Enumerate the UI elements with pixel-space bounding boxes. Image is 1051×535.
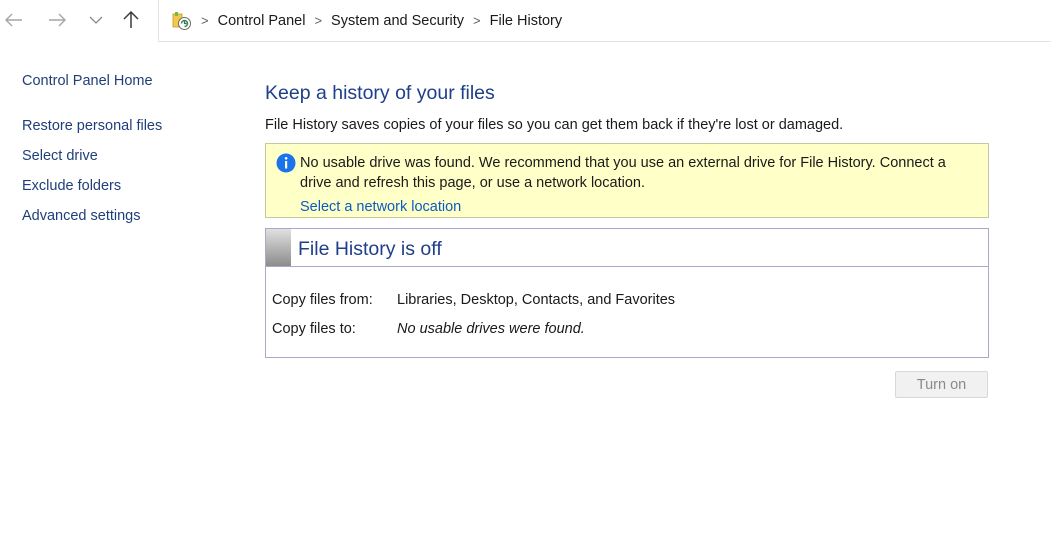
turn-on-button[interactable]: Turn on — [895, 371, 988, 398]
breadcrumb-file-history[interactable]: File History — [490, 13, 563, 29]
breadcrumb-separator[interactable]: > — [473, 13, 481, 28]
status-panel: File History is off Copy files from: Libr… — [265, 228, 989, 358]
page-description: File History saves copies of your files … — [265, 117, 844, 133]
restore-personal-files-link[interactable]: Restore personal files — [22, 116, 222, 136]
arrow-right-icon — [49, 13, 66, 27]
navigation-bar: > Control Panel > System and Security > … — [0, 0, 1051, 42]
copy-from-value: Libraries, Desktop, Contacts, and Favori… — [397, 292, 676, 308]
select-drive-link[interactable]: Select drive — [22, 146, 222, 166]
copy-to-row: Copy files to: No usable drives were foun… — [272, 319, 585, 339]
breadcrumb-separator: > — [201, 13, 209, 28]
copy-from-row: Copy files from: Libraries, Desktop, Cont… — [272, 290, 675, 310]
arrow-left-icon — [5, 13, 22, 27]
sidebar: Control Panel Home Restore personal file… — [22, 71, 222, 236]
breadcrumb-control-panel[interactable]: Control Panel — [218, 13, 306, 29]
copy-from-label: Copy files from: — [272, 292, 373, 308]
advanced-settings-link[interactable]: Advanced settings — [22, 206, 222, 226]
arrow-up-icon — [123, 11, 139, 28]
breadcrumb-separator[interactable]: > — [314, 13, 322, 28]
forward-button[interactable] — [44, 7, 70, 33]
up-button[interactable] — [118, 7, 144, 33]
back-button[interactable] — [1, 7, 27, 33]
recent-locations-button[interactable] — [83, 7, 109, 33]
info-icon — [276, 153, 296, 173]
control-panel-icon — [172, 11, 192, 31]
control-panel-home-link[interactable]: Control Panel Home — [22, 71, 222, 91]
exclude-folders-link[interactable]: Exclude folders — [22, 176, 222, 196]
breadcrumb-system-and-security[interactable]: System and Security — [331, 13, 464, 29]
status-header: File History is off — [266, 229, 988, 267]
page-title: Keep a history of your files — [265, 82, 495, 104]
status-title: File History is off — [298, 238, 442, 260]
status-indicator-bar — [266, 229, 291, 266]
warning-banner: No usable drive was found. We recommend … — [265, 143, 989, 218]
warning-text: No usable drive was found. We recommend … — [300, 155, 946, 191]
copy-to-label: Copy files to: — [272, 321, 356, 337]
address-bar[interactable]: > Control Panel > System and Security > … — [158, 0, 1051, 42]
select-network-location-link[interactable]: Select a network location — [300, 198, 461, 216]
copy-to-value: No usable drives were found. — [397, 321, 585, 337]
chevron-down-icon — [89, 16, 103, 24]
main-content: Keep a history of your files File Histor… — [265, 80, 989, 358]
